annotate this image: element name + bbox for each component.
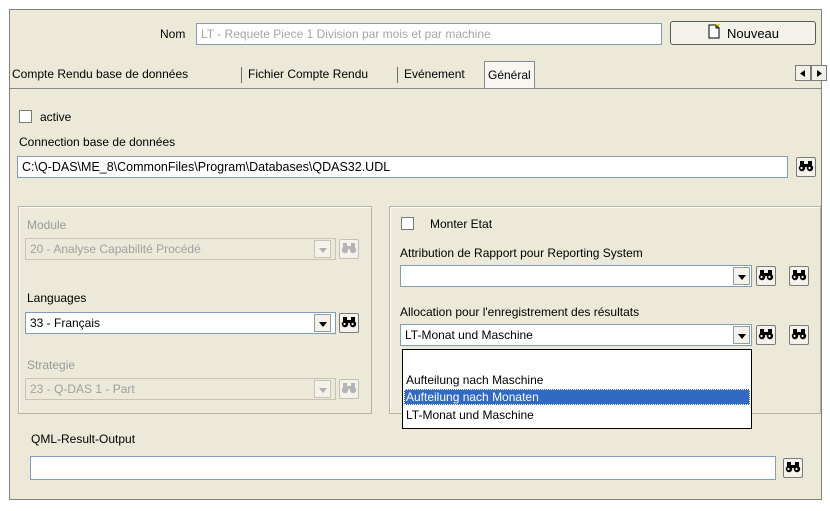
strategie-dropdown-arrow[interactable] xyxy=(314,380,331,398)
tab-evenement[interactable]: Evénement xyxy=(401,62,468,87)
languages-select[interactable]: 33 - Français xyxy=(25,312,336,334)
chevron-down-icon xyxy=(318,382,327,396)
chevron-down-icon xyxy=(318,316,327,330)
binoculars-icon xyxy=(758,269,774,284)
tab-compte-rendu-bdd[interactable]: Compte Rendu base de données xyxy=(9,62,191,87)
languages-browse-button[interactable] xyxy=(339,313,359,333)
nouveau-label: Nouveau xyxy=(726,25,780,41)
module-dropdown-arrow[interactable] xyxy=(314,240,331,258)
dropdown-option-maschine[interactable]: Aufteilung nach Maschine xyxy=(404,372,750,388)
attribution-dropdown-arrow[interactable] xyxy=(733,267,750,285)
binoculars-icon xyxy=(341,316,357,331)
binoculars-icon xyxy=(791,269,807,284)
dropdown-option-lt-monat[interactable]: LT-Monat und Maschine xyxy=(404,407,750,423)
allocation-browse-button-1[interactable] xyxy=(756,325,776,345)
monter-etat-checkbox[interactable] xyxy=(401,217,414,230)
allocation-select[interactable]: LT-Monat und Maschine xyxy=(400,324,752,346)
nom-label: Nom xyxy=(160,27,186,41)
strategie-select[interactable]: 23 - Q-DAS 1 - Part xyxy=(25,378,336,400)
scroll-right-icon[interactable] xyxy=(811,65,827,81)
binoculars-icon xyxy=(758,328,774,343)
nouveau-button[interactable]: Nouveau xyxy=(670,21,816,45)
attribution-select[interactable] xyxy=(400,265,752,287)
strategie-label: Strategie xyxy=(27,358,76,372)
connection-input[interactable]: C:\Q-DAS\ME_8\CommonFiles\Program\Databa… xyxy=(17,156,788,178)
strategie-browse-button[interactable] xyxy=(339,379,359,399)
active-checkbox[interactable] xyxy=(19,110,32,123)
tab-general[interactable]: Général xyxy=(484,61,535,88)
tab-strip: Compte Rendu base de données Fichier Com… xyxy=(9,61,822,88)
tab-separator xyxy=(397,67,398,83)
allocation-browse-button-2[interactable] xyxy=(789,325,809,345)
dropdown-option-monaten[interactable]: Aufteilung nach Monaten xyxy=(404,389,750,405)
tab-scroll-arrows xyxy=(795,65,827,81)
module-browse-button[interactable] xyxy=(339,239,359,259)
nom-input[interactable]: LT - Requete Piece 1 Division par mois e… xyxy=(196,23,662,45)
qml-browse-button[interactable] xyxy=(783,458,803,478)
module-select[interactable]: 20 - Analyse Capabilité Procédé xyxy=(25,238,336,260)
chevron-down-icon xyxy=(318,242,327,256)
attribution-browse-button-1[interactable] xyxy=(756,266,776,286)
allocation-dropdown-arrow[interactable] xyxy=(733,326,750,344)
new-document-icon xyxy=(707,23,721,42)
tab-fichier-compte-rendu[interactable]: Fichier Compte Rendu xyxy=(245,62,371,87)
binoculars-icon xyxy=(341,242,357,257)
chevron-down-icon xyxy=(737,269,746,283)
chevron-down-icon xyxy=(737,328,746,342)
monter-etat-label: Monter Etat xyxy=(430,217,493,231)
qml-input[interactable] xyxy=(30,456,776,480)
scroll-left-icon[interactable] xyxy=(795,65,811,81)
binoculars-icon xyxy=(798,160,814,175)
connection-browse-button[interactable] xyxy=(796,157,816,177)
module-label: Module xyxy=(27,218,67,232)
allocation-label: Allocation pour l'enregistrement des rés… xyxy=(400,305,640,319)
connection-label: Connection base de données xyxy=(19,135,176,149)
tab-separator xyxy=(241,67,242,83)
attribution-label: Attribution de Rapport pour Reporting Sy… xyxy=(400,246,643,260)
languages-label: Languages xyxy=(27,291,87,305)
allocation-dropdown-list: Aufteilung nach Maschine Aufteilung nach… xyxy=(402,349,752,429)
qml-label: QML-Result-Output xyxy=(31,432,136,446)
binoculars-icon xyxy=(791,328,807,343)
binoculars-icon xyxy=(785,461,801,476)
tab-underline xyxy=(9,88,822,89)
attribution-browse-button-2[interactable] xyxy=(789,266,809,286)
binoculars-icon xyxy=(341,382,357,397)
languages-dropdown-arrow[interactable] xyxy=(314,314,331,332)
active-label: active xyxy=(40,110,72,124)
